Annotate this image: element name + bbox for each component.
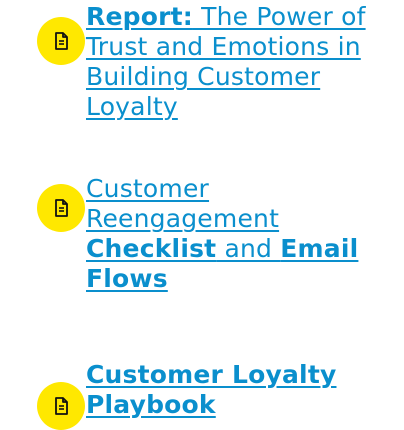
reengagement-link[interactable]: Customer Reengagement Checklist and Emai…: [86, 174, 398, 294]
report-link-prefix: Report:: [86, 2, 193, 31]
reengagement-link-part1: Customer Reengagement: [86, 174, 280, 233]
document-icon: [37, 184, 85, 232]
document-icon-glyph: [55, 32, 68, 50]
document-icon: [37, 382, 85, 430]
reengagement-link-and: and: [216, 234, 281, 263]
document-icon: [37, 17, 85, 65]
playbook-link[interactable]: Customer Loyalty Playbook: [86, 360, 398, 420]
document-icon-glyph: [55, 397, 68, 415]
resource-list: Report: The Power of Trust and Emotions …: [0, 0, 404, 430]
document-icon-glyph: [55, 199, 68, 217]
report-link[interactable]: Report: The Power of Trust and Emotions …: [86, 2, 398, 122]
playbook-link-title: Customer Loyalty Playbook: [86, 360, 337, 419]
reengagement-link-checklist: Checklist: [86, 234, 217, 263]
